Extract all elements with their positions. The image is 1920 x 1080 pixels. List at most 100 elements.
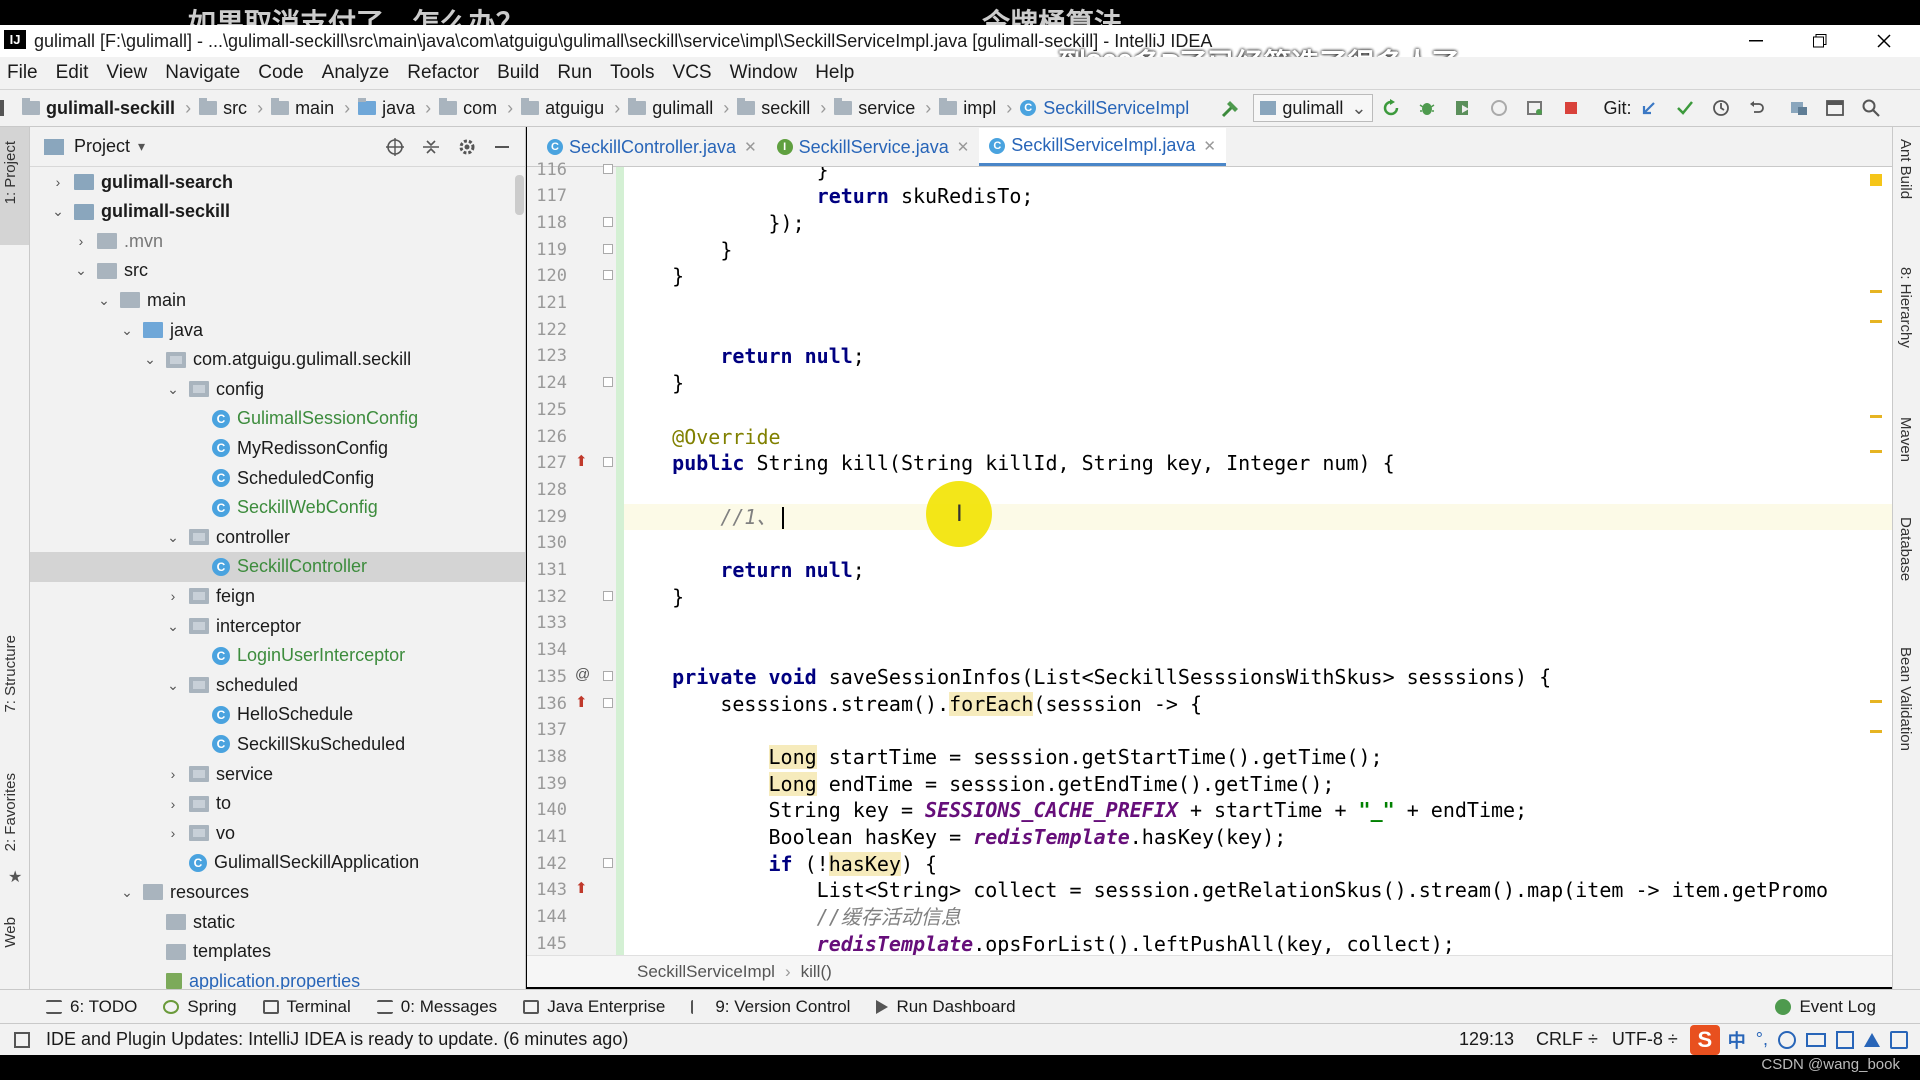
tree-item[interactable]: templates (30, 937, 525, 967)
code-line[interactable]: public String kill(String killId, String… (624, 450, 1394, 477)
maven-tool-tab[interactable]: Maven (1897, 417, 1914, 462)
tree-item[interactable]: › .mvn (30, 226, 525, 256)
line-number-gutter[interactable]: 116 117 118 119 120 121 122 123 124 125 126 127 128 1… (527, 160, 617, 955)
fold-marker-icon[interactable] (603, 163, 613, 174)
code-line[interactable]: } (624, 370, 684, 397)
web-tool-tab[interactable]: Web (2, 917, 19, 948)
ime-keyboard-icon[interactable] (1806, 1032, 1826, 1047)
ime-punctuation-icon[interactable]: °, (1756, 1029, 1768, 1050)
structure-tool-tab[interactable]: 7: Structure (2, 635, 19, 713)
git-commit-icon[interactable] (1667, 90, 1703, 126)
breadcrumb-seckill[interactable]: seckill › (733, 98, 830, 119)
breadcrumb-src[interactable]: src › (195, 98, 267, 119)
chevron-right-icon[interactable]: › (73, 233, 89, 249)
menu-build[interactable]: Build (490, 62, 550, 84)
chevron-right-icon[interactable]: › (165, 825, 181, 841)
breadcrumb-impl[interactable]: impl › (935, 98, 1016, 119)
locate-file-icon[interactable] (385, 137, 405, 157)
run-with-coverage-icon[interactable] (1445, 90, 1481, 126)
menu-analyze[interactable]: Analyze (315, 62, 401, 84)
tree-item[interactable]: › to (30, 789, 525, 819)
code-line[interactable]: if (!hasKey) { (624, 851, 937, 878)
run-config-dropdown[interactable]: gulimall ⌄ (1253, 94, 1374, 122)
tab-seckill-service-impl[interactable]: C SeckillServiceImpl.java ✕ (979, 128, 1226, 166)
tree-item[interactable]: ⌄ java (30, 315, 525, 345)
close-icon[interactable]: ✕ (744, 138, 757, 156)
attach-debugger-icon[interactable] (1517, 90, 1553, 126)
project-tool-tab[interactable]: 1: Project (2, 141, 19, 204)
code-line[interactable]: private void saveSessionInfos(List<Secki… (624, 664, 1551, 691)
lambda-marker-icon[interactable]: ⬆ (575, 879, 588, 897)
event-log-tool-tab[interactable]: Event Log (1775, 997, 1876, 1017)
tree-item[interactable]: C GulimallSeckillApplication (30, 848, 525, 878)
tree-item[interactable]: ⌄ controller (30, 522, 525, 552)
rerun-icon[interactable] (1373, 90, 1409, 126)
crumb-method[interactable]: kill() (801, 962, 832, 982)
terminal-tool-tab[interactable]: Terminal (262, 997, 351, 1017)
chevron-down-icon[interactable]: ⌄ (119, 884, 135, 901)
tree-item[interactable]: › gulimall-search (30, 167, 525, 197)
code-line[interactable]: Boolean hasKey = redisTemplate.hasKey(ke… (624, 824, 1286, 851)
close-window-button[interactable] (1854, 25, 1914, 57)
menu-run[interactable]: Run (550, 62, 603, 84)
fold-marker-icon[interactable] (603, 457, 613, 468)
project-view-selector[interactable]: Project (74, 136, 130, 157)
tree-item[interactable]: C GulimallSessionConfig (30, 404, 525, 434)
menu-window[interactable]: Window (723, 62, 809, 84)
error-stripe[interactable] (1870, 280, 1882, 960)
breadcrumb-com[interactable]: com › (435, 98, 517, 119)
tree-item[interactable]: ⌄ interceptor (30, 611, 525, 641)
code-line[interactable]: } (624, 237, 732, 264)
stop-icon[interactable] (1553, 90, 1589, 126)
menu-tools[interactable]: Tools (603, 62, 665, 84)
code-line[interactable]: redisTemplate.opsForList().leftPushAll(k… (624, 931, 1455, 955)
todo-tool-tab[interactable]: 6: TODO (46, 997, 137, 1017)
profile-icon[interactable] (1481, 90, 1517, 126)
tree-item[interactable]: › service (30, 759, 525, 789)
tree-item[interactable]: ⌄ resources (30, 877, 525, 907)
tab-seckill-controller[interactable]: C SeckillController.java ✕ (537, 128, 767, 166)
crumb-class[interactable]: SeckillServiceImpl (637, 962, 775, 982)
rollback-icon[interactable] (1739, 90, 1775, 126)
fold-marker-icon[interactable] (603, 270, 613, 281)
code-line[interactable]: } (624, 584, 684, 611)
tree-item[interactable]: C SeckillWebConfig (30, 493, 525, 523)
breadcrumb-main[interactable]: main › (267, 98, 354, 119)
fold-marker-icon[interactable] (603, 857, 613, 868)
ime-language[interactable]: 中 (1728, 1027, 1746, 1053)
tree-item[interactable]: C MyRedissonConfig (30, 433, 525, 463)
chevron-down-icon[interactable]: ⌄ (165, 529, 181, 546)
bean-validation-tool-tab[interactable]: Bean Validation (1897, 647, 1914, 751)
presentation-mode-icon[interactable] (1817, 90, 1853, 126)
tree-item[interactable]: ⌄ scheduled (30, 670, 525, 700)
menu-help[interactable]: Help (808, 62, 865, 84)
breadcrumb-module[interactable]: gulimall-seckill › (0, 98, 195, 119)
menu-code[interactable]: Code (251, 62, 314, 84)
chevron-right-icon[interactable]: › (165, 766, 181, 782)
menu-refactor[interactable]: Refactor (400, 62, 490, 84)
ime-update-icon[interactable] (1864, 1032, 1880, 1047)
tree-item[interactable]: C SeckillSkuScheduled (30, 729, 525, 759)
git-update-icon[interactable] (1631, 90, 1667, 126)
tree-item[interactable]: ⌄ gulimall-seckill (30, 197, 525, 227)
inspection-warning-icon[interactable] (1870, 174, 1882, 186)
menu-navigate[interactable]: Navigate (158, 62, 251, 84)
gear-icon[interactable] (457, 137, 477, 157)
chevron-down-icon[interactable]: ⌄ (50, 203, 66, 220)
tree-item[interactable]: ⌄ src (30, 256, 525, 286)
code-line[interactable]: //缓存活动信息 (624, 904, 961, 931)
history-clock-icon[interactable] (1703, 90, 1739, 126)
autowired-marker-icon[interactable]: @ (575, 666, 590, 683)
ant-build-tool-tab[interactable]: Ant Build (1897, 139, 1914, 199)
java-enterprise-tool-tab[interactable]: Java Enterprise (523, 997, 665, 1017)
code-line[interactable]: return null; (624, 343, 865, 370)
debug-bug-icon[interactable] (1409, 90, 1445, 126)
chevron-down-icon[interactable]: ⌄ (96, 292, 112, 309)
version-control-tool-tab[interactable]: 9: Version Control (691, 997, 850, 1017)
code-line[interactable]: Long startTime = sesssion.getStartTime()… (624, 744, 1383, 771)
file-encoding[interactable]: UTF-8 ÷ (1612, 1029, 1678, 1050)
chevron-right-icon[interactable]: › (165, 796, 181, 812)
chevron-down-icon[interactable]: ⌄ (165, 677, 181, 694)
override-marker-icon[interactable]: ⬆ (575, 452, 588, 470)
chevron-down-icon[interactable]: ⌄ (73, 262, 89, 279)
